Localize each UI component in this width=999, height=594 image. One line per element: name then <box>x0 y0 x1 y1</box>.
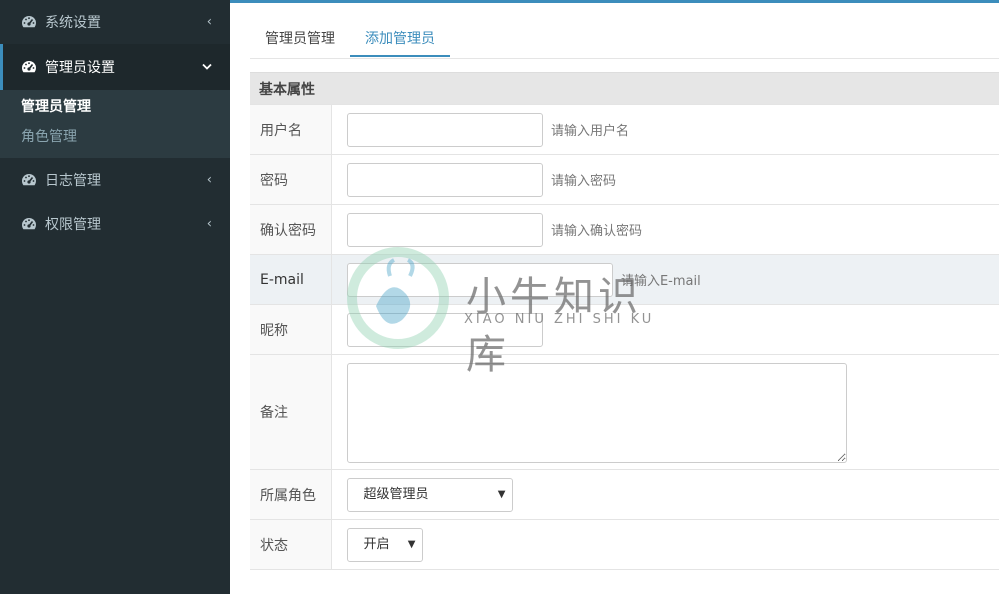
chevron-down-icon <box>202 60 212 75</box>
confirm-password-hint: 请输入确认密码 <box>550 224 642 239</box>
email-label: E-mail <box>250 254 332 305</box>
confirm-password-label: 确认密码 <box>250 204 332 255</box>
dashboard-icon <box>21 173 37 187</box>
sidebar-item-system-settings[interactable]: 系统设置 ‹ <box>0 0 230 44</box>
status-label: 状态 <box>250 519 332 570</box>
sidebar-item-label: 日志管理 <box>45 173 101 189</box>
role-select-value: 超级管理员 <box>363 486 429 502</box>
dashboard-icon <box>21 60 37 74</box>
password-hint: 请输入密码 <box>550 174 616 189</box>
username-input[interactable] <box>346 112 543 147</box>
caret-down-icon: ▼ <box>497 488 506 500</box>
username-label: 用户名 <box>250 104 332 155</box>
sidebar-submenu: 管理员管理 角色管理 <box>0 90 230 158</box>
tab-add-admin[interactable]: 添加管理员 <box>350 21 450 57</box>
chevron-left-icon: ‹ <box>206 14 212 30</box>
chevron-left-icon: ‹ <box>206 172 212 188</box>
sidebar-item-label: 权限管理 <box>45 217 101 233</box>
tab-bar: 管理员管理 添加管理员 <box>250 21 450 57</box>
sidebar-item-label: 管理员设置 <box>45 60 115 76</box>
admin-form: 基本属性 用户名 请输入用户名 密码 请输入密码 确认密码 请输入确认密码 E-… <box>250 72 999 570</box>
dashboard-icon <box>21 217 37 231</box>
section-title: 基本属性 <box>250 72 999 105</box>
sidebar-item-log-manage[interactable]: 日志管理 ‹ <box>0 158 230 202</box>
tab-divider <box>250 58 999 59</box>
caret-down-icon: ▼ <box>407 538 416 550</box>
confirm-password-input[interactable] <box>346 212 543 247</box>
sidebar-item-admin-settings[interactable]: 管理员设置 <box>0 44 230 90</box>
email-hint: 请输入E-mail <box>620 274 701 289</box>
remark-label: 备注 <box>250 354 332 470</box>
email-input[interactable] <box>346 262 613 297</box>
status-select[interactable]: 开启 ▼ <box>346 527 423 562</box>
sidebar-subitem-admin-manage[interactable]: 管理员管理 <box>0 92 230 122</box>
chevron-left-icon: ‹ <box>206 216 212 232</box>
remark-textarea[interactable] <box>346 363 847 463</box>
role-select[interactable]: 超级管理员 ▼ <box>346 477 513 512</box>
role-label: 所属角色 <box>250 469 332 520</box>
password-input[interactable] <box>346 162 543 197</box>
sidebar: 系统设置 ‹ 管理员设置 管理员管理 角色管理 日志管理 ‹ 权限管理 ‹ <box>0 0 230 594</box>
main-content: 管理员管理 添加管理员 基本属性 用户名 请输入用户名 密码 请输入密码 确认密… <box>230 3 999 594</box>
username-hint: 请输入用户名 <box>550 124 629 139</box>
dashboard-icon <box>21 15 37 29</box>
password-label: 密码 <box>250 154 332 205</box>
sidebar-item-label: 系统设置 <box>45 15 101 31</box>
nickname-input[interactable] <box>346 312 543 347</box>
sidebar-subitem-role-manage[interactable]: 角色管理 <box>0 122 230 152</box>
nickname-label: 昵称 <box>250 304 332 355</box>
status-select-value: 开启 <box>363 536 390 552</box>
tab-admin-manage[interactable]: 管理员管理 <box>250 21 350 57</box>
sidebar-item-permission-manage[interactable]: 权限管理 ‹ <box>0 202 230 246</box>
